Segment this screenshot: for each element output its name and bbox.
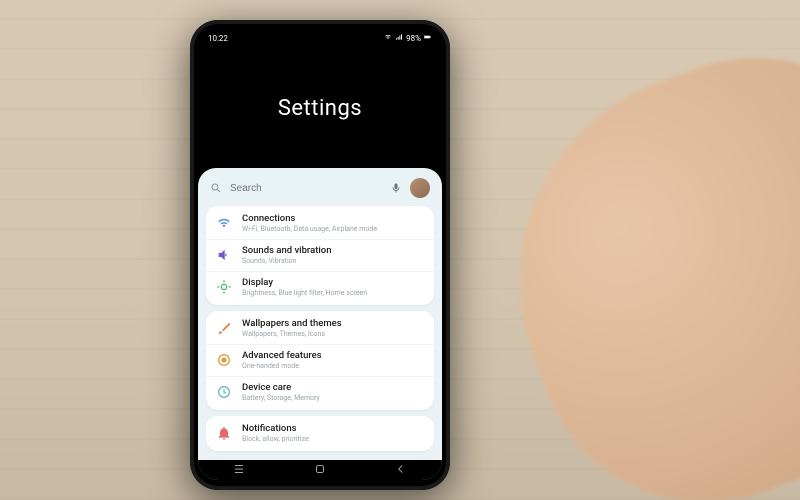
bell-icon xyxy=(216,425,232,441)
settings-item-text: ConnectionsWi-Fi, Bluetooth, Data usage,… xyxy=(242,214,377,233)
status-time: 10:22 xyxy=(208,34,228,43)
settings-item-title: Device care xyxy=(242,383,320,394)
settings-item-subtitle: Block, allow, prioritize xyxy=(242,435,309,443)
hand xyxy=(461,11,800,500)
mic-icon[interactable] xyxy=(388,180,404,196)
settings-item[interactable]: ConnectionsWi-Fi, Bluetooth, Data usage,… xyxy=(206,208,434,239)
recents-button[interactable] xyxy=(224,462,254,479)
page-title-area: Settings xyxy=(198,48,442,168)
settings-item-text: Device careBattery, Storage, Memory xyxy=(242,383,320,402)
home-button[interactable] xyxy=(305,462,335,479)
settings-item[interactable]: Advanced featuresOne-handed mode xyxy=(206,344,434,376)
settings-group: ConnectionsWi-Fi, Bluetooth, Data usage,… xyxy=(206,206,434,305)
phone-screen: 10:22 98% Settings xyxy=(198,28,442,480)
settings-item-subtitle: Brightness, Blue light filter, Home scre… xyxy=(242,289,367,297)
navigation-bar xyxy=(198,460,442,480)
settings-item-text: Sounds and vibrationSounds, Vibration xyxy=(242,246,332,265)
settings-group: Wallpapers and themesWallpapers, Themes,… xyxy=(206,311,434,410)
settings-item[interactable]: Device careBattery, Storage, Memory xyxy=(206,376,434,408)
status-bar: 10:22 98% xyxy=(198,28,442,48)
profile-avatar[interactable] xyxy=(410,178,430,198)
photo-scene: 10:22 98% Settings xyxy=(0,0,800,500)
phone-frame: 10:22 98% Settings xyxy=(190,20,450,490)
settings-item-title: Wallpapers and themes xyxy=(242,319,342,330)
settings-item-title: Connections xyxy=(242,214,377,225)
settings-item-title: Display xyxy=(242,278,367,289)
battery-text: 98% xyxy=(406,34,421,43)
settings-group: NotificationsBlock, allow, prioritize xyxy=(206,416,434,451)
settings-item-subtitle: Battery, Storage, Memory xyxy=(242,394,320,402)
display-icon xyxy=(216,279,232,295)
settings-item-title: Sounds and vibration xyxy=(242,246,332,257)
settings-item[interactable]: DisplayBrightness, Blue light filter, Ho… xyxy=(206,271,434,303)
battery-icon xyxy=(424,33,432,43)
settings-item-text: Advanced featuresOne-handed mode xyxy=(242,351,322,370)
back-button[interactable] xyxy=(386,462,416,479)
status-right: 98% xyxy=(384,33,432,43)
search-input[interactable] xyxy=(228,182,382,195)
settings-item[interactable]: Sounds and vibrationSounds, Vibration xyxy=(206,239,434,271)
brush-icon xyxy=(216,320,232,336)
settings-item-subtitle: One-handed mode xyxy=(242,362,322,370)
speaker-icon xyxy=(216,247,232,263)
settings-item-text: Wallpapers and themesWallpapers, Themes,… xyxy=(242,319,342,338)
search-icon xyxy=(210,179,222,198)
settings-item-text: DisplayBrightness, Blue light filter, Ho… xyxy=(242,278,367,297)
care-icon xyxy=(216,384,232,400)
settings-content: ConnectionsWi-Fi, Bluetooth, Data usage,… xyxy=(198,168,442,480)
settings-item-subtitle: Wi-Fi, Bluetooth, Data usage, Airplane m… xyxy=(242,225,377,233)
settings-item-text: NotificationsBlock, allow, prioritize xyxy=(242,424,309,443)
settings-item-subtitle: Wallpapers, Themes, Icons xyxy=(242,330,342,338)
advanced-icon xyxy=(216,352,232,368)
settings-item-title: Advanced features xyxy=(242,351,322,362)
page-title: Settings xyxy=(278,96,362,121)
settings-item-title: Notifications xyxy=(242,424,309,435)
signal-icon xyxy=(395,33,403,43)
settings-item[interactable]: Wallpapers and themesWallpapers, Themes,… xyxy=(206,313,434,344)
search-bar[interactable] xyxy=(206,174,434,206)
wifi-icon xyxy=(216,215,232,231)
wifi-icon xyxy=(384,33,392,43)
settings-item[interactable]: NotificationsBlock, allow, prioritize xyxy=(206,418,434,449)
settings-item-subtitle: Sounds, Vibration xyxy=(242,257,332,265)
